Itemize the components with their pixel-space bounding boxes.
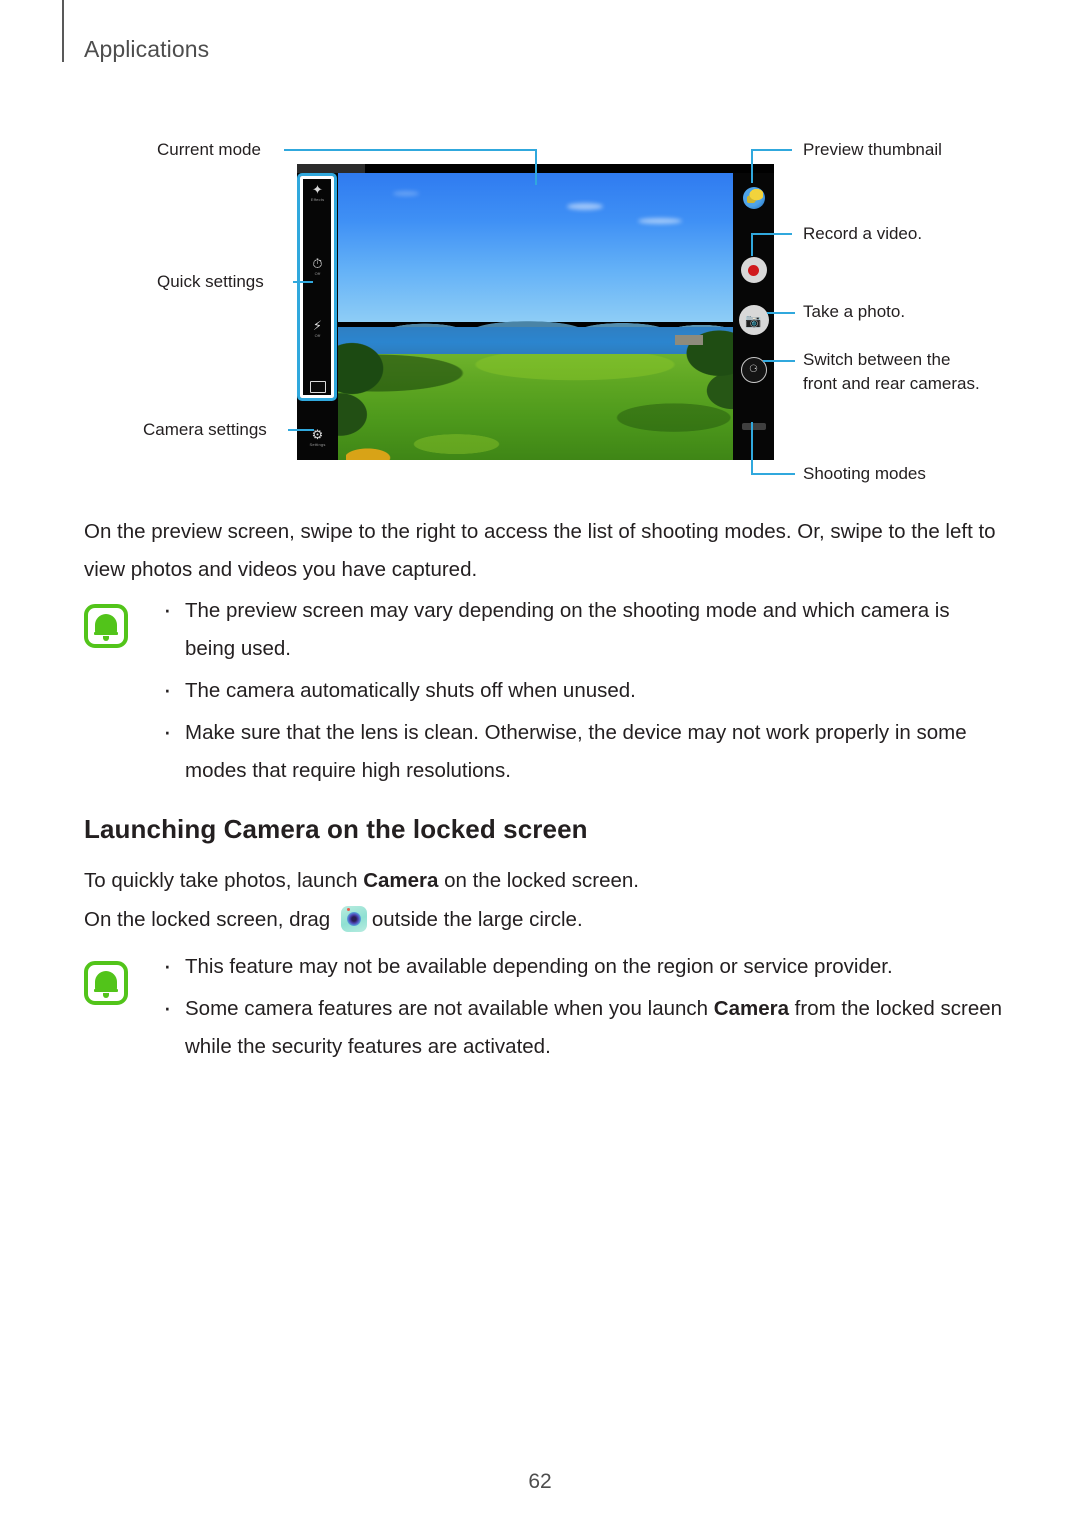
leader-preview-thumbnail-h [752,149,792,151]
nt1-pre: Some camera features are not available w… [185,997,714,1020]
leader-record-video-h [752,233,792,235]
list-item: Some camera features are not available w… [155,988,1005,1066]
leader-record-video-v [751,233,753,256]
section-heading: Launching Camera on the locked screen [84,814,588,844]
sp1-pre: To quickly take photos, launch [84,869,364,892]
leader-take-photo [767,312,795,314]
camera-status-bar [297,164,365,173]
record-dot-icon [748,264,759,276]
leader-preview-thumbnail-v [751,149,753,183]
sp1-bold: Camera [363,869,439,892]
camera-settings-button[interactable]: ⚙ Settings [297,428,338,448]
nt0-pre: This feature may not be available depend… [185,955,893,978]
camera-preview-screen: ✦ Effects ⏱ Off ⚡ Off 4:3M ⚙ Settings 📷 … [297,164,774,460]
camera-preview-figure: ✦ Effects ⏱ Off ⚡ Off 4:3M ⚙ Settings 📷 … [0,0,1080,500]
list-item: Make sure that the lens is clean. Otherw… [155,712,1005,790]
callout-camera-settings: Camera settings [143,420,267,439]
leader-switch-cameras [763,360,795,362]
scene-sand-patch [346,438,400,460]
leader-current-mode-v [535,149,537,185]
callout-preview-thumbnail: Preview thumbnail [803,140,942,159]
scene-cloud [567,202,604,210]
camera-icon: 📷 [745,312,762,328]
callout-switch-cameras: Switch between the front and rear camera… [803,350,980,393]
scene-sky [338,173,733,323]
callout-take-photo: Take a photo. [803,302,906,321]
scene-tree-left [338,333,394,449]
camera-settings-label: Settings [309,442,326,447]
callout-quick-settings: Quick settings [157,272,264,291]
quick-settings-highlight [297,173,337,401]
scene-cloud [393,190,420,196]
camera-right-toolbar: 📷 ⚆ [733,173,774,460]
note-bell-icon [84,604,128,648]
sp1-post: on the locked screen. [438,869,639,892]
section-paragraph-1: To quickly take photos, launch Camera on… [84,862,1004,900]
preview-thumbnail-button[interactable] [742,187,765,209]
intro-paragraph: On the preview screen, swipe to the righ… [84,520,996,581]
note-one-list: The preview screen may vary depending on… [155,590,1005,794]
sp2-post: outside the large circle. [371,908,583,931]
leader-current-mode-h [284,149,536,151]
page-number: 62 [528,1470,552,1493]
list-item: This feature may not be available depend… [155,946,1005,986]
callout-current-mode: Current mode [157,140,261,159]
take-photo-button[interactable]: 📷 [738,305,769,335]
nt1-bold: Camera [713,997,789,1020]
note-bell-icon [84,961,128,1005]
leader-shooting-modes-v [751,422,753,474]
note-two-list: This feature may not be available depend… [155,946,1005,1070]
callout-record-video: Record a video. [803,224,923,243]
section-paragraph-2: On the locked screen, drag outside the l… [84,901,1004,939]
list-item: The preview screen may vary depending on… [155,590,1005,668]
sp2-pre: On the locked screen, drag [84,908,336,931]
switch-camera-icon: ⚆ [749,364,758,375]
camera-app-icon [340,906,367,932]
list-item: The camera automatically shuts off when … [155,670,1005,710]
leader-camera-settings [288,429,314,431]
shooting-modes-handle[interactable] [741,423,766,430]
scene-building [675,335,703,346]
callout-shooting-modes: Shooting modes [803,464,926,483]
leader-shooting-modes-h [751,473,795,475]
camera-scene-image [338,173,733,460]
scene-cloud [638,217,683,224]
leader-quick-settings [293,281,313,283]
record-video-button[interactable] [740,257,767,283]
